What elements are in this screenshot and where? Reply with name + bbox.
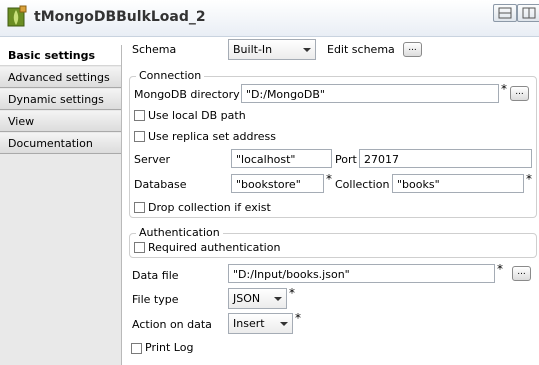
required-mark: *	[289, 286, 295, 300]
required-mark: *	[497, 262, 503, 276]
chevron-down-icon	[274, 297, 282, 301]
authentication-group-title: Authentication	[136, 226, 223, 239]
collection-field[interactable]: "books"	[392, 174, 524, 193]
required-mark: *	[326, 172, 332, 186]
data-file-field[interactable]: "D:/Input/books.json"	[228, 264, 495, 283]
file-type-select[interactable]: JSON	[228, 288, 287, 309]
database-label: Database	[134, 178, 187, 191]
required-mark: *	[295, 311, 301, 325]
mongodb-directory-field[interactable]: "D:/MongoDB"	[241, 84, 499, 103]
component-title-bar: tMongoDBBulkLoad_2	[0, 0, 539, 37]
required-mark: *	[501, 82, 507, 96]
use-local-db-path-label: Use local DB path	[148, 109, 246, 122]
required-mark: *	[526, 172, 532, 186]
drop-collection-checkbox[interactable]	[134, 202, 145, 213]
print-log-label: Print Log	[145, 341, 194, 354]
required-authentication-checkbox[interactable]	[134, 242, 145, 253]
data-file-label: Data file	[132, 269, 179, 282]
file-type-label: File type	[132, 293, 179, 306]
sidebar-item-basic-settings[interactable]: Basic settings	[0, 45, 121, 66]
use-replica-set-checkbox[interactable]	[134, 131, 145, 142]
server-label: Server	[134, 153, 171, 166]
schema-value: Built-In	[233, 43, 273, 56]
layout-toggle-icon[interactable]	[517, 4, 539, 22]
layout-toggle-icon[interactable]	[493, 4, 517, 22]
use-replica-set-label: Use replica set address	[148, 130, 276, 143]
chevron-down-icon	[303, 48, 311, 52]
edit-schema-button[interactable]: ...	[403, 42, 422, 57]
database-field[interactable]: "bookstore"	[231, 174, 324, 193]
settings-sidebar: Basic settings Advanced settings Dynamic…	[0, 45, 122, 365]
drop-collection-label: Drop collection if exist	[148, 201, 271, 214]
print-log-checkbox[interactable]	[131, 343, 142, 354]
port-label: Port	[335, 153, 357, 166]
sidebar-item-view[interactable]: View	[0, 111, 121, 132]
browse-data-file-button[interactable]: ...	[512, 266, 531, 281]
sidebar-item-dynamic-settings[interactable]: Dynamic settings	[0, 89, 121, 110]
edit-schema-label: Edit schema	[327, 43, 395, 56]
server-field[interactable]: "localhost"	[231, 149, 332, 168]
file-type-value: JSON	[233, 292, 261, 305]
mongodb-component-icon	[6, 5, 28, 29]
collection-label: Collection	[335, 178, 390, 191]
browse-directory-button[interactable]: ...	[510, 86, 529, 101]
action-on-data-select[interactable]: Insert	[228, 313, 293, 334]
schema-select[interactable]: Built-In	[228, 39, 316, 60]
action-on-data-label: Action on data	[132, 318, 212, 331]
required-authentication-label: Required authentication	[148, 241, 281, 254]
chevron-down-icon	[280, 322, 288, 326]
port-field[interactable]: 27017	[359, 149, 532, 168]
sidebar-item-advanced-settings[interactable]: Advanced settings	[0, 67, 121, 88]
mongodb-directory-label: MongoDB directory	[134, 88, 240, 101]
sidebar-item-documentation[interactable]: Documentation	[0, 133, 121, 154]
component-title: tMongoDBBulkLoad_2	[34, 9, 206, 25]
connection-group-title: Connection	[136, 69, 205, 82]
schema-label: Schema	[132, 43, 177, 56]
action-on-data-value: Insert	[233, 317, 265, 330]
use-local-db-path-checkbox[interactable]	[134, 110, 145, 121]
